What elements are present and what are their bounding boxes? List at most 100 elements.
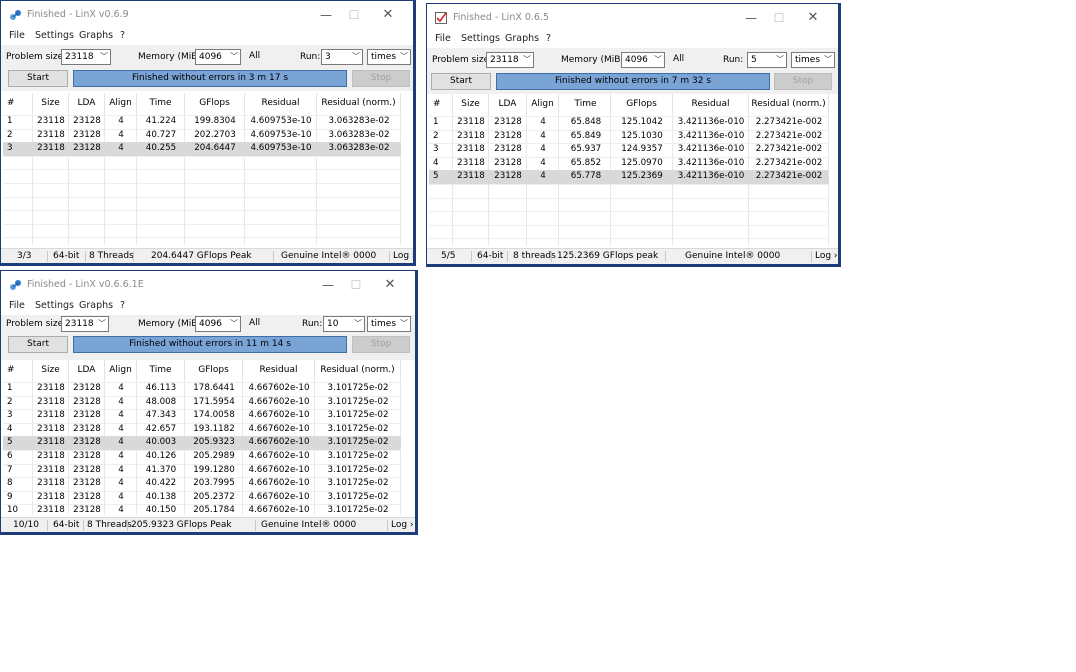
minimize-icon[interactable]: —: [313, 5, 339, 25]
column-header[interactable]: Size: [33, 93, 69, 113]
table-cell: 2: [7, 396, 13, 407]
close-icon[interactable]: ✕: [375, 5, 401, 25]
status-log[interactable]: Log ›: [815, 249, 838, 264]
column-header[interactable]: Residual: [673, 94, 749, 114]
table-row[interactable]: 2 23118 23128 4 48.008 171.5954 4.667602e-10 3.…: [3, 396, 401, 410]
column-header[interactable]: #: [3, 360, 33, 380]
close-icon[interactable]: ✕: [800, 8, 826, 28]
table-cell: 23118: [457, 157, 485, 168]
minimize-icon[interactable]: —: [315, 275, 341, 295]
menu-item-graphs[interactable]: Graphs: [79, 300, 113, 311]
table-row[interactable]: 2 23118 23128 4 40.727 202.2703 4.609753e-10 3.…: [3, 129, 401, 143]
column-header[interactable]: #: [3, 93, 33, 113]
title-bar[interactable]: Finished - LinX v0.6.6.1E — ☐ ✕: [1, 271, 415, 299]
linx-window: Finished - LinX 0.6.5 — ☐ ✕ File Settings Grap…: [426, 3, 841, 267]
table-cell: 23118: [457, 171, 485, 182]
table-row[interactable]: 1 23118 23128 4 65.848 125.1042 3.421136e-010 2…: [429, 116, 829, 130]
column-header[interactable]: Residual (norm.): [317, 93, 401, 113]
run-count-combo[interactable]: 5 ﹀: [747, 52, 787, 68]
table-row[interactable]: 5 23118 23128 4 65.778 125.2369 3.421136e-010 2…: [429, 170, 829, 184]
table-row[interactable]: 3 23118 23128 4 47.343 174.0058 4.667602e-10 3.…: [3, 409, 401, 423]
start-button[interactable]: Start: [8, 70, 68, 87]
run-unit-combo[interactable]: times ﹀: [791, 52, 835, 68]
column-header[interactable]: #: [429, 94, 453, 114]
run-unit-combo[interactable]: times ﹀: [367, 316, 411, 332]
column-header[interactable]: LDA: [69, 93, 105, 113]
table-row[interactable]: 10 23118 23128 4 40.150 205.1784 4.667602e-10 3…: [3, 504, 401, 518]
stop-button[interactable]: Stop: [352, 70, 410, 87]
menu-item-file[interactable]: File: [9, 300, 25, 311]
column-header[interactable]: Size: [453, 94, 489, 114]
table-row[interactable]: 3 23118 23128 4 65.937 124.9357 3.421136e-010 2…: [429, 143, 829, 157]
column-header[interactable]: Align: [527, 94, 559, 114]
table-cell: 4: [7, 423, 13, 434]
start-button[interactable]: Start: [8, 336, 68, 353]
column-header[interactable]: Align: [105, 360, 137, 380]
run-unit-combo[interactable]: times ﹀: [367, 49, 411, 65]
menu-item-file[interactable]: File: [435, 33, 451, 44]
column-header[interactable]: LDA: [69, 360, 105, 380]
menu-item-settings[interactable]: Settings: [35, 30, 74, 41]
run-count-combo[interactable]: 10 ﹀: [323, 316, 365, 332]
table-row[interactable]: 1 23118 23128 4 46.113 178.6441 4.667602e-10 3.…: [3, 382, 401, 396]
table-cell: 48.008: [145, 396, 177, 407]
table-row[interactable]: 2 23118 23128 4 65.849 125.1030 3.421136e-010 2…: [429, 130, 829, 144]
all-memory-option[interactable]: All: [673, 54, 684, 64]
problem-size-combo[interactable]: 23118 ﹀: [61, 49, 111, 65]
table-row[interactable]: 1 23118 23128 4 41.224 199.8304 4.609753e-10 3.…: [3, 115, 401, 129]
memory-combo[interactable]: 4096 ﹀: [621, 52, 665, 68]
column-header[interactable]: GFlops: [185, 360, 243, 380]
column-header[interactable]: Time: [137, 93, 185, 113]
close-icon[interactable]: ✕: [377, 275, 403, 295]
table-row[interactable]: 3 23118 23128 4 40.255 204.6447 4.609753e-10 3.…: [3, 142, 401, 156]
menu-item-help[interactable]: ?: [120, 300, 125, 311]
column-header[interactable]: Residual (norm.): [315, 360, 401, 380]
status-log[interactable]: Log ›: [391, 518, 414, 532]
menu-item-settings[interactable]: Settings: [461, 33, 500, 44]
menu-item-file[interactable]: File: [9, 30, 25, 41]
table-row[interactable]: 4 23118 23128 4 42.657 193.1182 4.667602e-10 3.…: [3, 423, 401, 437]
table-cell: 23118: [37, 491, 65, 502]
column-header[interactable]: Residual: [243, 360, 315, 380]
table-row[interactable]: 8 23118 23128 4 40.422 203.7995 4.667602e-10 3.…: [3, 477, 401, 491]
maximize-icon[interactable]: ☐: [341, 5, 367, 25]
column-header[interactable]: Time: [561, 94, 611, 114]
maximize-icon[interactable]: ☐: [766, 8, 792, 28]
run-count-combo[interactable]: 3 ﹀: [321, 49, 363, 65]
table-row[interactable]: 4 23118 23128 4 65.852 125.0970 3.421136e-010 2…: [429, 157, 829, 171]
all-memory-option[interactable]: All: [249, 318, 260, 328]
menu-item-settings[interactable]: Settings: [35, 300, 74, 311]
table-row[interactable]: 9 23118 23128 4 40.138 205.2372 4.667602e-10 3.…: [3, 491, 401, 505]
title-bar[interactable]: Finished - LinX v0.6.9 — ☐ ✕: [1, 1, 413, 29]
table-cell: 5: [7, 437, 13, 448]
column-header[interactable]: GFlops: [185, 93, 245, 113]
problem-size-combo[interactable]: 23118 ﹀: [61, 316, 109, 332]
stop-button[interactable]: Stop: [352, 336, 410, 353]
status-bar: 10/10 64-bit 8 Threads 205.9323 GFlops Peak…: [1, 517, 415, 532]
column-header[interactable]: Residual: [245, 93, 317, 113]
column-header[interactable]: LDA: [489, 94, 527, 114]
column-header[interactable]: Time: [137, 360, 185, 380]
memory-combo[interactable]: 4096 ﹀: [195, 316, 241, 332]
column-header[interactable]: Size: [33, 360, 69, 380]
memory-combo[interactable]: 4096 ﹀: [195, 49, 241, 65]
table-row[interactable]: 7 23118 23128 4 41.370 199.1280 4.667602e-10 3.…: [3, 464, 401, 478]
maximize-icon[interactable]: ☐: [343, 275, 369, 295]
column-header[interactable]: Align: [105, 93, 137, 113]
table-row[interactable]: 6 23118 23128 4 40.126 205.2989 4.667602e-10 3.…: [3, 450, 401, 464]
problem-size-combo[interactable]: 23118 ﹀: [486, 52, 534, 68]
menu-item-help[interactable]: ?: [120, 30, 125, 41]
status-log[interactable]: Log ›: [393, 249, 413, 263]
menu-item-graphs[interactable]: Graphs: [79, 30, 113, 41]
menu-item-help[interactable]: ?: [546, 33, 551, 44]
status-threads: 8 Threads: [87, 520, 132, 530]
table-row[interactable]: 5 23118 23128 4 40.003 205.9323 4.667602e-10 3.…: [3, 436, 401, 450]
menu-item-graphs[interactable]: Graphs: [505, 33, 539, 44]
all-memory-option[interactable]: All: [249, 51, 260, 61]
column-header[interactable]: Residual (norm.): [749, 94, 829, 114]
title-bar[interactable]: Finished - LinX 0.6.5 — ☐ ✕: [427, 4, 838, 32]
stop-button[interactable]: Stop: [774, 73, 832, 90]
minimize-icon[interactable]: —: [738, 8, 764, 28]
start-button[interactable]: Start: [431, 73, 491, 90]
column-header[interactable]: GFlops: [611, 94, 673, 114]
